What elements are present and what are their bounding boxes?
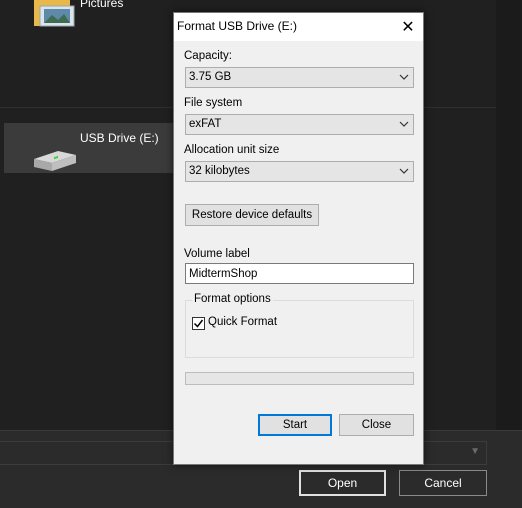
- quick-format-checkbox[interactable]: [192, 317, 205, 330]
- allocation-label: Allocation unit size: [184, 144, 280, 156]
- allocation-dropdown[interactable]: 32 kilobytes: [185, 161, 414, 182]
- volume-label-field[interactable]: [185, 263, 414, 284]
- scrollbar[interactable]: [496, 0, 522, 430]
- dialog-title: Format USB Drive (E:): [177, 19, 298, 33]
- close-icon[interactable]: ✕: [393, 13, 423, 41]
- file-system-value: exFAT: [189, 118, 222, 130]
- dialog-titlebar: Format USB Drive (E:) ✕: [174, 13, 423, 41]
- quick-format-label: Quick Format: [208, 316, 278, 328]
- file-system-dropdown[interactable]: exFAT: [185, 114, 414, 135]
- cancel-button[interactable]: Cancel: [399, 470, 487, 496]
- folder-label: Pictures: [80, 0, 124, 10]
- open-button[interactable]: Open: [299, 470, 386, 496]
- restore-defaults-button[interactable]: Restore device defaults: [185, 204, 319, 226]
- format-dialog: Format USB Drive (E:) ✕ Capacity: 3.75 G…: [173, 12, 424, 465]
- chevron-down-icon: [399, 168, 409, 174]
- chevron-down-icon: [399, 121, 409, 127]
- capacity-value: 3.75 GB: [189, 71, 232, 83]
- format-progress-bar: [185, 372, 414, 385]
- volume-label-label: Volume label: [184, 248, 250, 260]
- folder-icon[interactable]: [34, 0, 76, 28]
- usb-drive-icon: [30, 147, 80, 177]
- checkmark-icon: [193, 319, 204, 328]
- capacity-label: Capacity:: [184, 50, 232, 62]
- chevron-down-icon: ▼: [470, 446, 480, 457]
- allocation-value: 32 kilobytes: [189, 165, 250, 177]
- start-button[interactable]: Start: [258, 414, 332, 436]
- capacity-dropdown[interactable]: 3.75 GB: [185, 67, 414, 88]
- volume-label-input[interactable]: [186, 264, 413, 283]
- format-options-legend: Format options: [192, 293, 273, 305]
- usb-drive-label: USB Drive (E:): [80, 131, 159, 145]
- close-button[interactable]: Close: [339, 414, 414, 436]
- format-options-group: Format options Quick Format: [185, 293, 414, 358]
- chevron-down-icon: [399, 74, 409, 80]
- file-system-label: File system: [184, 97, 243, 109]
